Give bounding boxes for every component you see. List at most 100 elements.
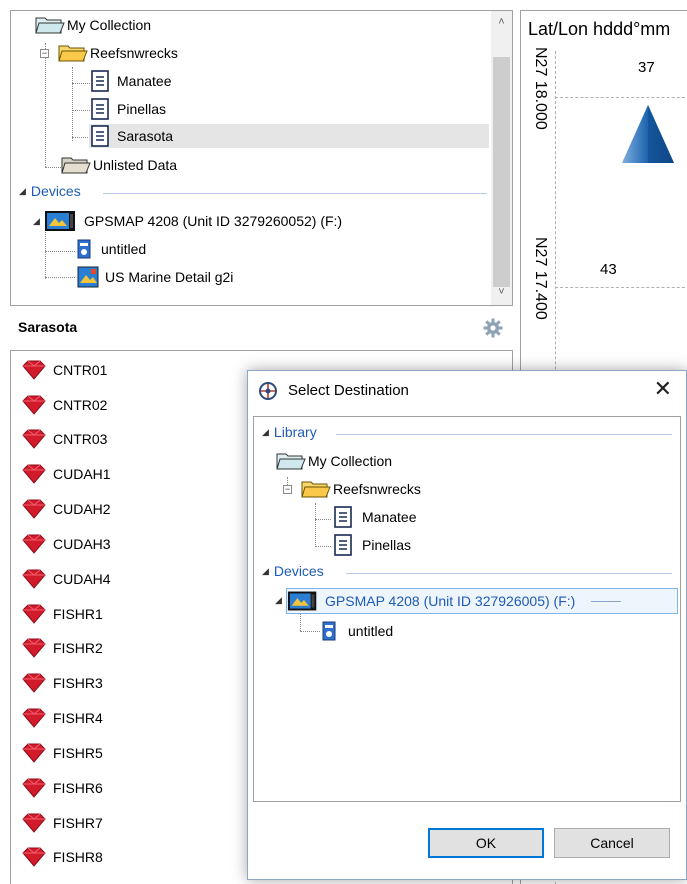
waypoint-list-header: Sarasota xyxy=(10,312,513,344)
gps-device-icon xyxy=(44,210,75,232)
document-icon xyxy=(91,70,109,92)
collapse-triangle-icon[interactable]: ◢ xyxy=(262,427,269,438)
list-item[interactable]: FISHR8 xyxy=(21,842,103,872)
latitude-label: N27 17.400 xyxy=(532,237,549,320)
list-item[interactable]: FISHR5 xyxy=(21,738,103,768)
list-title: Sarasota xyxy=(18,319,78,335)
tree-item-reefsnwrecks[interactable]: Reefsnwrecks xyxy=(58,41,180,65)
library-section-header: ◢ Library xyxy=(262,424,317,440)
tree-item-my-collection[interactable]: My Collection xyxy=(35,13,153,37)
select-destination-dialog: Select Destination ✕ ◢ Library My Collec… xyxy=(247,370,687,880)
list-item[interactable]: CUDAH2 xyxy=(21,494,111,524)
waypoint-marker-icon xyxy=(22,638,46,658)
dialog-title: Select Destination xyxy=(288,382,409,399)
waypoint-marker-icon xyxy=(22,360,46,380)
waypoint-marker-icon xyxy=(22,813,46,833)
waypoint-marker-icon xyxy=(22,604,46,624)
waypoint-marker-icon xyxy=(22,673,46,693)
tree-item-manatee[interactable]: Manatee xyxy=(91,69,173,93)
crosshair-compass-icon xyxy=(258,381,278,401)
tree-item-label: GPSMAP 4208 (Unit ID 327926005) (F:) xyxy=(325,593,576,609)
tree-item-label: Pinellas xyxy=(362,537,412,553)
list-item[interactable]: FISHR4 xyxy=(21,703,103,733)
scroll-up-arrow-icon[interactable]: ˄ xyxy=(491,11,512,33)
tree-item-untitled[interactable]: untitled xyxy=(322,619,395,643)
waypoint-marker-icon xyxy=(22,708,46,728)
gpx-file-icon xyxy=(322,621,336,641)
waypoint-marker-icon xyxy=(22,499,46,519)
devices-section-header: ◢ Devices xyxy=(19,183,81,199)
waypoint-marker-icon xyxy=(22,847,46,867)
tree-item-label: untitled xyxy=(348,623,394,639)
close-icon[interactable]: ✕ xyxy=(654,376,672,402)
list-item[interactable]: CNTR03 xyxy=(21,424,107,454)
tree-item-pinellas[interactable]: Pinellas xyxy=(334,533,413,557)
ok-button[interactable]: OK xyxy=(428,828,544,858)
tree-item-label: Manatee xyxy=(117,73,172,89)
folder-open-gray-icon xyxy=(61,155,91,175)
depth-sounding: 43 xyxy=(600,261,617,278)
map-chart-icon xyxy=(77,266,99,288)
list-item[interactable]: CUDAH1 xyxy=(21,459,111,489)
tree-item-label: GPSMAP 4208 (Unit ID 3279260052) (F:) xyxy=(84,213,343,229)
vertical-scrollbar[interactable]: ˄ ˅ xyxy=(491,11,512,305)
tree-item-label: Manatee xyxy=(362,509,417,525)
tree-item-sarasota[interactable]: Sarasota xyxy=(89,124,489,148)
list-item[interactable]: CUDAH3 xyxy=(21,529,111,559)
collapse-toggle[interactable]: − xyxy=(40,49,49,58)
folder-open-teal-icon xyxy=(276,451,306,471)
latitude-label: N27 18.000 xyxy=(532,47,549,130)
tree-item-label: Reefsnwrecks xyxy=(90,45,178,61)
scrollbar-thumb[interactable] xyxy=(493,57,510,287)
library-header-label: Library xyxy=(273,424,317,440)
tree-item-pinellas[interactable]: Pinellas xyxy=(91,97,168,121)
collapse-triangle-icon[interactable]: ◢ xyxy=(19,186,26,197)
document-icon xyxy=(334,506,352,528)
depth-sounding: 37 xyxy=(638,59,655,76)
document-icon xyxy=(91,125,109,147)
folder-open-yellow-icon xyxy=(301,479,331,499)
folder-open-teal-icon xyxy=(35,15,65,35)
list-item[interactable]: FISHR1 xyxy=(21,599,103,629)
list-item[interactable]: FISHR3 xyxy=(21,668,103,698)
gps-device-icon xyxy=(287,590,321,612)
waypoint-marker-icon xyxy=(22,429,46,449)
tree-item-manatee[interactable]: Manatee xyxy=(334,505,418,529)
tree-item-label: US Marine Detail g2i xyxy=(105,269,234,285)
tree-item-label: Sarasota xyxy=(117,128,174,144)
waypoint-marker-icon xyxy=(22,395,46,415)
collapse-toggle[interactable]: − xyxy=(283,485,292,494)
tree-item-label: untitled xyxy=(101,241,147,257)
waypoint-marker-icon xyxy=(22,743,46,763)
waypoint-marker-icon xyxy=(22,534,46,554)
document-icon xyxy=(91,98,109,120)
tree-item-my-collection[interactable]: My Collection xyxy=(276,449,394,473)
list-item[interactable]: CNTR01 xyxy=(21,355,107,385)
list-item[interactable]: CNTR02 xyxy=(21,390,107,420)
position-marker-icon xyxy=(620,103,676,168)
folder-open-yellow-icon xyxy=(58,43,88,63)
collapse-triangle-icon[interactable]: ◢ xyxy=(262,566,269,577)
collapse-triangle-icon[interactable]: ◢ xyxy=(33,216,40,227)
list-item[interactable]: CUDAH4 xyxy=(21,564,111,594)
list-item[interactable]: FISHR2 xyxy=(21,633,103,663)
devices-section-header: ◢ Devices xyxy=(262,563,324,579)
tree-item-device-selected[interactable]: GPSMAP 4208 (Unit ID 327926005) (F:) xyxy=(286,588,678,614)
tree-item-label: My Collection xyxy=(308,453,393,469)
waypoint-marker-icon xyxy=(22,569,46,589)
tree-item-device[interactable]: GPSMAP 4208 (Unit ID 3279260052) (F:) xyxy=(44,209,344,233)
list-item[interactable]: FISHR6 xyxy=(21,773,103,803)
collapse-triangle-icon[interactable]: ◢ xyxy=(275,595,282,606)
document-icon xyxy=(334,534,352,556)
scroll-down-arrow-icon[interactable]: ˅ xyxy=(491,281,512,303)
tree-item-unlisted-data[interactable]: Unlisted Data xyxy=(61,153,179,177)
tree-item-us-marine-detail[interactable]: US Marine Detail g2i xyxy=(77,265,235,289)
tree-item-reefsnwrecks[interactable]: Reefsnwrecks xyxy=(301,477,423,501)
devices-header-label: Devices xyxy=(273,563,324,579)
tree-item-untitled[interactable]: untitled xyxy=(77,237,148,261)
library-tree-panel: My Collection − Reefsnwrecks Manatee Pin… xyxy=(10,10,513,306)
tree-item-label: Pinellas xyxy=(117,101,167,117)
gear-icon[interactable] xyxy=(483,318,503,338)
list-item[interactable]: FISHR7 xyxy=(21,808,103,838)
cancel-button[interactable]: Cancel xyxy=(554,828,670,858)
